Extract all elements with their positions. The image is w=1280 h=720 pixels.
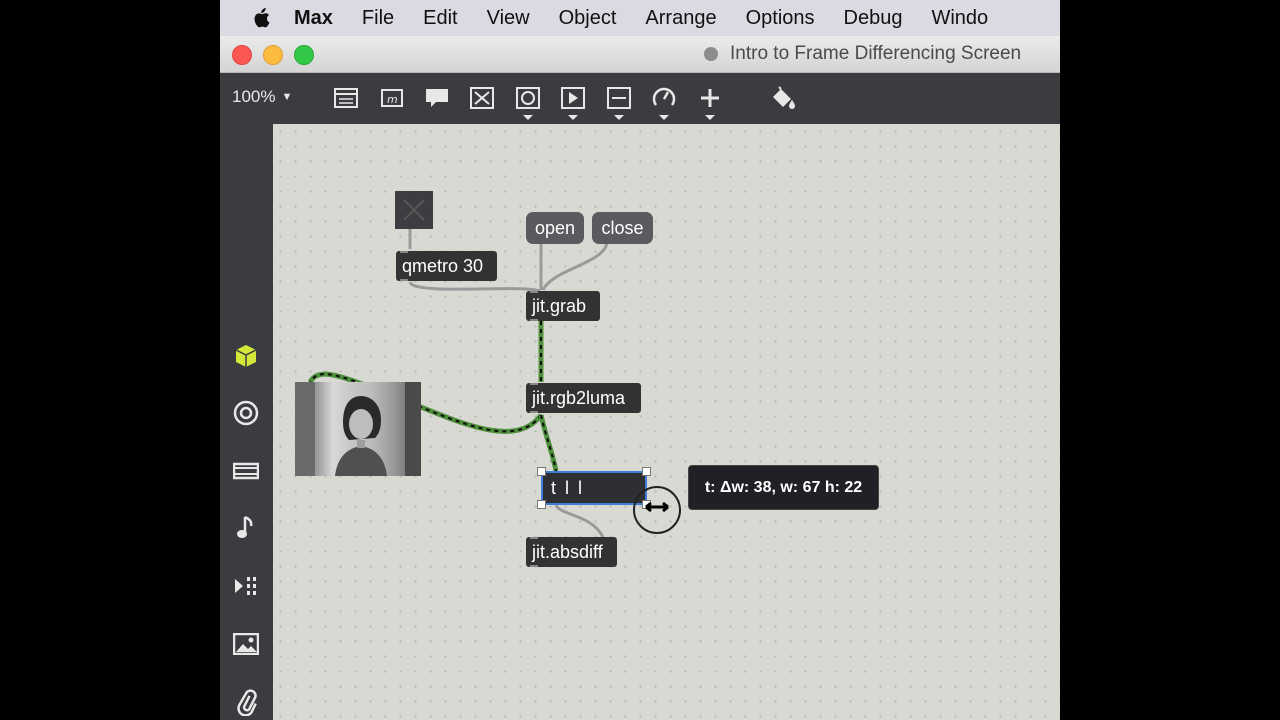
menu-view[interactable]: View — [487, 7, 530, 30]
patcher-canvas[interactable]: qmetro 30 open close jit.grab jit.rgb2lu… — [273, 124, 1060, 720]
trigger-object-label: t l l — [551, 477, 585, 498]
qmetro-object[interactable]: qmetro 30 — [396, 251, 497, 281]
resize-tooltip-text: t: Δw: 38, w: 67 h: 22 — [704, 478, 863, 496]
menu-edit[interactable]: Edit — [423, 7, 457, 30]
webcam-preview-image — [295, 382, 421, 476]
play-icon — [561, 87, 585, 109]
chevron-down-icon — [659, 115, 669, 120]
new-toggle-tool[interactable] — [468, 85, 496, 111]
new-playbar-tool[interactable] — [559, 85, 587, 120]
menu-arrange[interactable]: Arrange — [645, 7, 716, 30]
target-icon[interactable] — [232, 399, 260, 427]
menu-bar: Max File Edit View Object Arrange Option… — [220, 0, 1060, 36]
format-palette-tool[interactable] — [769, 85, 797, 111]
button-icon — [516, 87, 540, 109]
chevron-down-icon — [614, 115, 624, 120]
cable-trigger-absdiff — [554, 504, 605, 538]
menu-object[interactable]: Object — [559, 7, 617, 30]
music-note-icon[interactable] — [232, 514, 260, 542]
jit-grab-object[interactable]: jit.grab — [526, 291, 600, 321]
resize-handle[interactable] — [537, 500, 546, 509]
svg-text:m: m — [387, 93, 398, 106]
toggle-x-icon — [403, 199, 425, 221]
toggle-object[interactable] — [395, 191, 433, 229]
image-icon[interactable] — [232, 630, 260, 658]
comment-icon — [426, 89, 448, 107]
cable-qmetro-grab — [408, 280, 541, 293]
max-window-area: Max File Edit View Object Arrange Option… — [220, 0, 1060, 720]
zoom-window-button[interactable] — [294, 45, 314, 65]
new-slider-tool[interactable] — [605, 85, 633, 120]
jit-rgb2luma-object[interactable]: jit.rgb2luma — [526, 383, 641, 413]
cable-close-grab — [541, 242, 609, 291]
patcher-toolbar: 100% ▼ m — [220, 73, 1060, 124]
jit-pwindow-video[interactable] — [295, 382, 421, 476]
window-title-text: Intro to Frame Differencing Screen — [730, 43, 1022, 64]
message-box-icon: m — [381, 89, 403, 107]
new-dial-tool[interactable] — [650, 85, 678, 120]
left-sidebar — [220, 124, 273, 720]
close-window-button[interactable] — [232, 45, 252, 65]
paint-bucket-icon — [773, 86, 795, 109]
chevron-down-icon: ▼ — [281, 91, 293, 103]
close-message[interactable]: close — [592, 212, 653, 244]
dial-icon — [652, 87, 676, 106]
minimize-window-button[interactable] — [263, 45, 283, 65]
menu-window[interactable]: Windo — [931, 7, 988, 30]
jit-absdiff-object[interactable]: jit.absdiff — [526, 537, 617, 567]
document-icon — [704, 47, 718, 61]
resize-cursor-icon — [632, 485, 682, 535]
menu-app[interactable]: Max — [294, 7, 333, 30]
window-title-bar[interactable]: Intro to Frame Differencing Screen — [220, 36, 1060, 73]
new-button-tool[interactable] — [514, 85, 542, 120]
zoom-menu[interactable]: 100% ▼ — [232, 87, 292, 107]
menu-debug[interactable]: Debug — [844, 7, 903, 30]
chevron-down-icon — [705, 115, 715, 120]
object-box-icon — [334, 88, 358, 108]
new-message-tool[interactable]: m — [378, 85, 406, 111]
menu-file[interactable]: File — [362, 7, 394, 30]
resize-handle[interactable] — [537, 467, 546, 476]
paperclip-icon[interactable] — [232, 688, 260, 716]
new-object-tool[interactable] — [332, 85, 360, 111]
new-comment-tool[interactable] — [423, 85, 451, 111]
toggle-icon — [470, 87, 494, 109]
window-title: Intro to Frame Differencing Screen — [704, 36, 1021, 72]
new-add-tool[interactable] — [696, 85, 724, 120]
package-icon[interactable] — [232, 342, 260, 370]
video-icon[interactable] — [232, 457, 260, 485]
apple-icon[interactable] — [252, 8, 270, 28]
chevron-down-icon — [568, 115, 578, 120]
open-message[interactable]: open — [526, 212, 584, 244]
resize-handle[interactable] — [642, 467, 651, 476]
zoom-value: 100% — [232, 87, 276, 106]
plus-icon — [701, 89, 719, 107]
slider-icon — [607, 87, 631, 109]
resize-tooltip: t: Δw: 38, w: 67 h: 22 — [688, 465, 879, 510]
playlist-icon[interactable] — [232, 572, 260, 600]
menu-options[interactable]: Options — [746, 7, 815, 30]
chevron-down-icon — [523, 115, 533, 120]
